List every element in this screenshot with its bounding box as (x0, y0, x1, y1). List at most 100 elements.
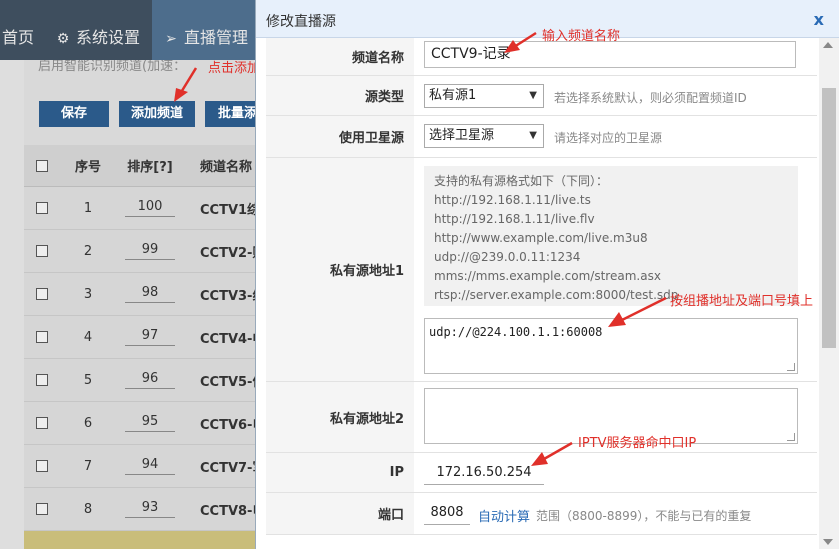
row-checkbox[interactable] (36, 445, 48, 487)
scroll-down-icon[interactable] (823, 539, 833, 545)
channel-name-input[interactable]: CCTV9-记录 (424, 41, 796, 68)
table-row[interactable]: 3 98 CCTV3-综艺 (24, 273, 256, 316)
row-order-value[interactable]: 94 (125, 457, 175, 475)
modal-scrollbar[interactable] (819, 38, 839, 549)
table-row[interactable]: 7 94 CCTV7-军事 (24, 445, 256, 488)
row-checkbox[interactable] (36, 402, 48, 444)
table-row-highlight[interactable] (24, 531, 256, 549)
row-channel-name: CCTV5-体育 (200, 374, 256, 390)
header-order[interactable]: 排序[?] (124, 145, 176, 186)
port-label: 端口 (266, 493, 414, 534)
row-order-value[interactable]: 95 (125, 414, 175, 432)
select-all-checkbox[interactable] (36, 145, 48, 186)
nav-live-label: 直播管理 (184, 28, 249, 47)
name-annotation-arrow (504, 31, 537, 53)
row-order-value[interactable]: 93 (125, 500, 175, 518)
nav-home[interactable]: 首页 (2, 0, 34, 60)
channel-name-label: 频道名称 (266, 38, 414, 75)
chevron-down-icon: ▼ (529, 130, 537, 141)
format-line: 支持的私有源格式如下（下同）： (434, 174, 609, 188)
table-row[interactable]: 6 95 CCTV6-电影 (24, 402, 256, 445)
name-annotation: 输入频道名称 (542, 29, 621, 44)
channel-table: 序号 排序[?] 频道名称 1 100 CCTV1综合 2 99 CCTV2-财经 3 98 C… (24, 145, 256, 549)
row-order[interactable]: 98 (124, 273, 176, 315)
row-channel-name: CCTV4-中文 (200, 331, 256, 347)
row-satellite: 使用卫星源 选择卫星源 ▼ 请选择对应的卫星源 (266, 116, 817, 158)
row-checkbox[interactable] (36, 230, 48, 272)
format-help: 支持的私有源格式如下（下同）： http://192.168.1.11/live.… (424, 166, 798, 306)
resize-handle[interactable] (787, 433, 795, 441)
row-checkbox[interactable] (36, 488, 48, 530)
resize-handle[interactable] (787, 363, 795, 371)
row-order-value[interactable]: 100 (125, 199, 175, 217)
row-private-source-1: 私有源地址1 支持的私有源格式如下（下同）： http://192.168.1.1… (266, 158, 817, 382)
save-button[interactable]: 保存 (39, 101, 109, 127)
row-order-value[interactable]: 99 (125, 242, 175, 260)
row-checkbox[interactable] (36, 316, 48, 358)
row-num: 2 (83, 243, 93, 259)
ip-label: IP (266, 453, 414, 492)
ip-input[interactable]: 172.16.50.254 (424, 465, 544, 485)
row-channel-name: CCTV1综合 (200, 202, 256, 218)
close-icon[interactable]: x (814, 10, 824, 29)
table-row[interactable]: 5 96 CCTV5-体育 (24, 359, 256, 402)
table-row[interactable]: 2 99 CCTV2-财经 (24, 230, 256, 273)
format-line: mms://mms.example.com/stream.asx (434, 269, 661, 283)
row-num: 4 (83, 329, 93, 345)
row-num: 1 (83, 200, 93, 216)
table-row[interactable]: 1 100 CCTV1综合 (24, 187, 256, 230)
row-checkbox[interactable] (36, 273, 48, 315)
row-checkbox[interactable] (36, 187, 48, 229)
batch-add-button[interactable]: 批量添 (205, 101, 257, 127)
scroll-thumb[interactable] (822, 88, 836, 348)
format-line: http://www.example.com/live.m3u8 (434, 231, 648, 245)
row-order-value[interactable]: 96 (125, 371, 175, 389)
row-order-value[interactable]: 98 (125, 285, 175, 303)
source-type-hint: 若选择系统默认，则必须配置频道ID (554, 91, 747, 105)
address-annotation-arrow (608, 296, 667, 327)
row-order[interactable]: 99 (124, 230, 176, 272)
port-hint: 范围（8800-8899），不能与已有的重复 (536, 509, 752, 523)
nav-settings[interactable]: ⚙ 系统设置 (54, 0, 140, 60)
table-row[interactable]: 8 93 CCTV8-电视剧 (24, 488, 256, 531)
auto-calc-link[interactable]: 自动计算 (478, 506, 530, 525)
satellite-hint: 请选择对应的卫星源 (554, 131, 663, 145)
source-type-label: 源类型 (266, 76, 414, 115)
row-port: 端口 8808 自动计算 范围（8800-8899），不能与已有的重复 (266, 493, 817, 535)
row-order[interactable]: 94 (124, 445, 176, 487)
row-order[interactable]: 100 (124, 187, 176, 229)
private-source-1-value: udp://@224.100.1.1:60008 (429, 325, 603, 339)
format-line: http://192.168.1.11/live.ts (434, 193, 591, 207)
nav-home-label: 首页 (2, 28, 35, 47)
add-channel-button[interactable]: 添加频道 (119, 101, 195, 127)
row-order-value[interactable]: 97 (125, 328, 175, 346)
address-annotation: 按组播地址及端口号填上 (670, 294, 814, 309)
private-source-1-label: 私有源地址1 (266, 158, 414, 381)
nav-live[interactable]: ➢ 直播管理 (152, 0, 256, 60)
row-order[interactable]: 95 (124, 402, 176, 444)
row-num: 3 (83, 286, 93, 302)
port-input[interactable]: 8808 (424, 505, 470, 525)
table-row[interactable]: 4 97 CCTV4-中文 (24, 316, 256, 359)
format-line: http://192.168.1.11/live.flv (434, 212, 595, 226)
scroll-up-icon[interactable] (823, 42, 833, 48)
source-type-value: 私有源1 (429, 88, 477, 103)
ip-annotation-arrow (531, 441, 573, 466)
source-type-select[interactable]: 私有源1 ▼ (424, 84, 544, 108)
row-num: 7 (83, 458, 93, 474)
add-channel-arrow (174, 67, 198, 102)
row-order[interactable]: 96 (124, 359, 176, 401)
row-order[interactable]: 93 (124, 488, 176, 530)
private-source-2-label: 私有源地址2 (266, 382, 414, 452)
row-source-type: 源类型 私有源1 ▼ 若选择系统默认，则必须配置频道ID (266, 76, 817, 116)
row-channel-name: CCTV7-军事 (200, 460, 256, 476)
satellite-select[interactable]: 选择卫星源 ▼ (424, 124, 544, 148)
row-checkbox[interactable] (36, 359, 48, 401)
header-num: 序号 (74, 160, 101, 175)
nav-settings-label: 系统设置 (76, 28, 141, 47)
chevron-down-icon: ▼ (529, 90, 537, 101)
row-order[interactable]: 97 (124, 316, 176, 358)
format-line: udp://@239.0.0.11:1234 (434, 250, 581, 264)
satellite-value: 选择卫星源 (429, 128, 495, 143)
row-channel-name: CCTV8-电视剧 (200, 503, 256, 519)
